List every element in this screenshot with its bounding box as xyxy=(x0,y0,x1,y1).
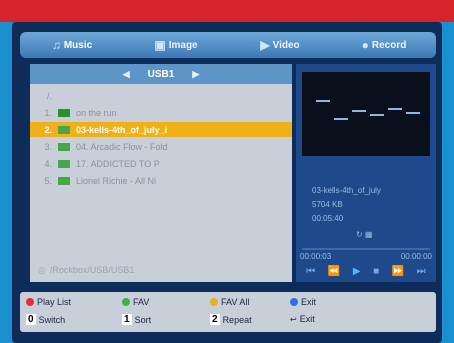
media-player-frame: ♫ Music ▣ Image ▶ Video ● Record ◀ USB1 … xyxy=(12,22,442,343)
tab-image[interactable]: ▣ Image xyxy=(124,32,228,58)
list-item[interactable]: 1. on the run xyxy=(30,105,292,120)
blue-button-icon xyxy=(290,298,298,306)
music-file-icon xyxy=(58,125,70,134)
path-icon: ◎ xyxy=(38,264,46,275)
info-panel: 03-kells-4th_of_july 5704 KB 00:05:40 ↻ … xyxy=(296,64,436,282)
skip-back-icon[interactable]: ⏮ xyxy=(306,266,315,277)
folder-icon xyxy=(58,108,70,117)
play-list-hint[interactable]: Play List xyxy=(26,297,71,307)
total-time: 00:00:00 xyxy=(400,252,432,261)
eq-bar xyxy=(316,100,330,102)
footer-help: Play List FAV FAV All Exit 0 Switch 1 So… xyxy=(20,292,436,332)
rewind-icon[interactable]: ⏪ xyxy=(328,266,340,277)
fav-all-hint[interactable]: FAV All xyxy=(210,297,249,307)
eq-bar xyxy=(370,114,384,116)
record-icon: ● xyxy=(361,38,369,52)
repeat-icon: ↻ ▦ xyxy=(356,230,373,239)
music-note-icon: ♫ xyxy=(51,38,61,52)
list-item[interactable]: 3. 04. Arcadic Flow - Fold xyxy=(30,139,292,154)
visualizer xyxy=(302,72,430,156)
tab-music[interactable]: ♫ Music xyxy=(20,32,124,58)
eq-bar xyxy=(352,110,366,112)
yellow-button-icon xyxy=(210,298,218,306)
play-icon[interactable]: ▶ xyxy=(353,266,361,277)
exit-key-hint[interactable]: ↩ Exit xyxy=(290,314,315,324)
track-duration: 00:05:40 xyxy=(312,214,344,223)
video-icon: ▶ xyxy=(260,38,270,52)
device-label: USB1 xyxy=(147,68,175,80)
eq-bar xyxy=(406,112,420,114)
time-row: 00:00:03 00:00:00 xyxy=(300,252,432,261)
skip-forward-icon[interactable]: ⏭ xyxy=(417,266,426,277)
tab-video[interactable]: ▶ Video xyxy=(228,32,332,58)
device-selector[interactable]: ◀ USB1 ▶ xyxy=(30,64,292,84)
arrow-right-icon[interactable]: ▶ xyxy=(192,69,199,80)
file-browser: ◀ USB1 ▶ /. 1. on the run 2. 03-kells-4t… xyxy=(30,64,292,282)
list-item[interactable]: 5. Lionel Richie - All Ni xyxy=(30,173,292,188)
list-item-selected[interactable]: 2. 03-kells-4th_of_july_i xyxy=(30,122,292,137)
play-controls: ⏮ ⏪ ▶ ■ ⏩ ⏭ xyxy=(300,264,432,278)
eq-bar xyxy=(388,108,402,110)
arrow-left-icon[interactable]: ◀ xyxy=(123,69,130,80)
repeat-hint[interactable]: 2 Repeat xyxy=(210,314,252,325)
exit-hint[interactable]: Exit xyxy=(290,297,316,307)
track-filename: 03-kells-4th_of_july xyxy=(312,186,381,195)
fast-forward-icon[interactable]: ⏩ xyxy=(392,266,404,277)
progress-bar[interactable] xyxy=(302,248,430,250)
music-file-icon xyxy=(58,159,70,168)
music-file-icon xyxy=(58,176,70,185)
list-item[interactable]: 4. 17. ADDICTED TO P xyxy=(30,156,292,171)
tab-record[interactable]: ● Record xyxy=(332,32,436,58)
sort-hint[interactable]: 1 Sort xyxy=(122,314,151,325)
media-tabs: ♫ Music ▣ Image ▶ Video ● Record xyxy=(20,32,436,58)
track-size: 5704 KB xyxy=(312,200,343,209)
image-icon: ▣ xyxy=(154,38,166,52)
green-button-icon xyxy=(122,298,130,306)
elapsed-time: 00:00:03 xyxy=(300,252,332,261)
list-item-parent[interactable]: /. xyxy=(30,88,292,103)
top-bar xyxy=(0,0,454,22)
switch-hint[interactable]: 0 Switch xyxy=(26,314,65,325)
red-button-icon xyxy=(26,298,34,306)
music-file-icon xyxy=(58,142,70,151)
stop-icon[interactable]: ■ xyxy=(373,266,379,277)
eq-bar xyxy=(334,118,348,120)
current-path: ◎ /Rockbox/USB/USB1 xyxy=(30,262,292,278)
fav-hint[interactable]: FAV xyxy=(122,297,149,307)
exit-key-icon: ↩ xyxy=(290,314,297,324)
